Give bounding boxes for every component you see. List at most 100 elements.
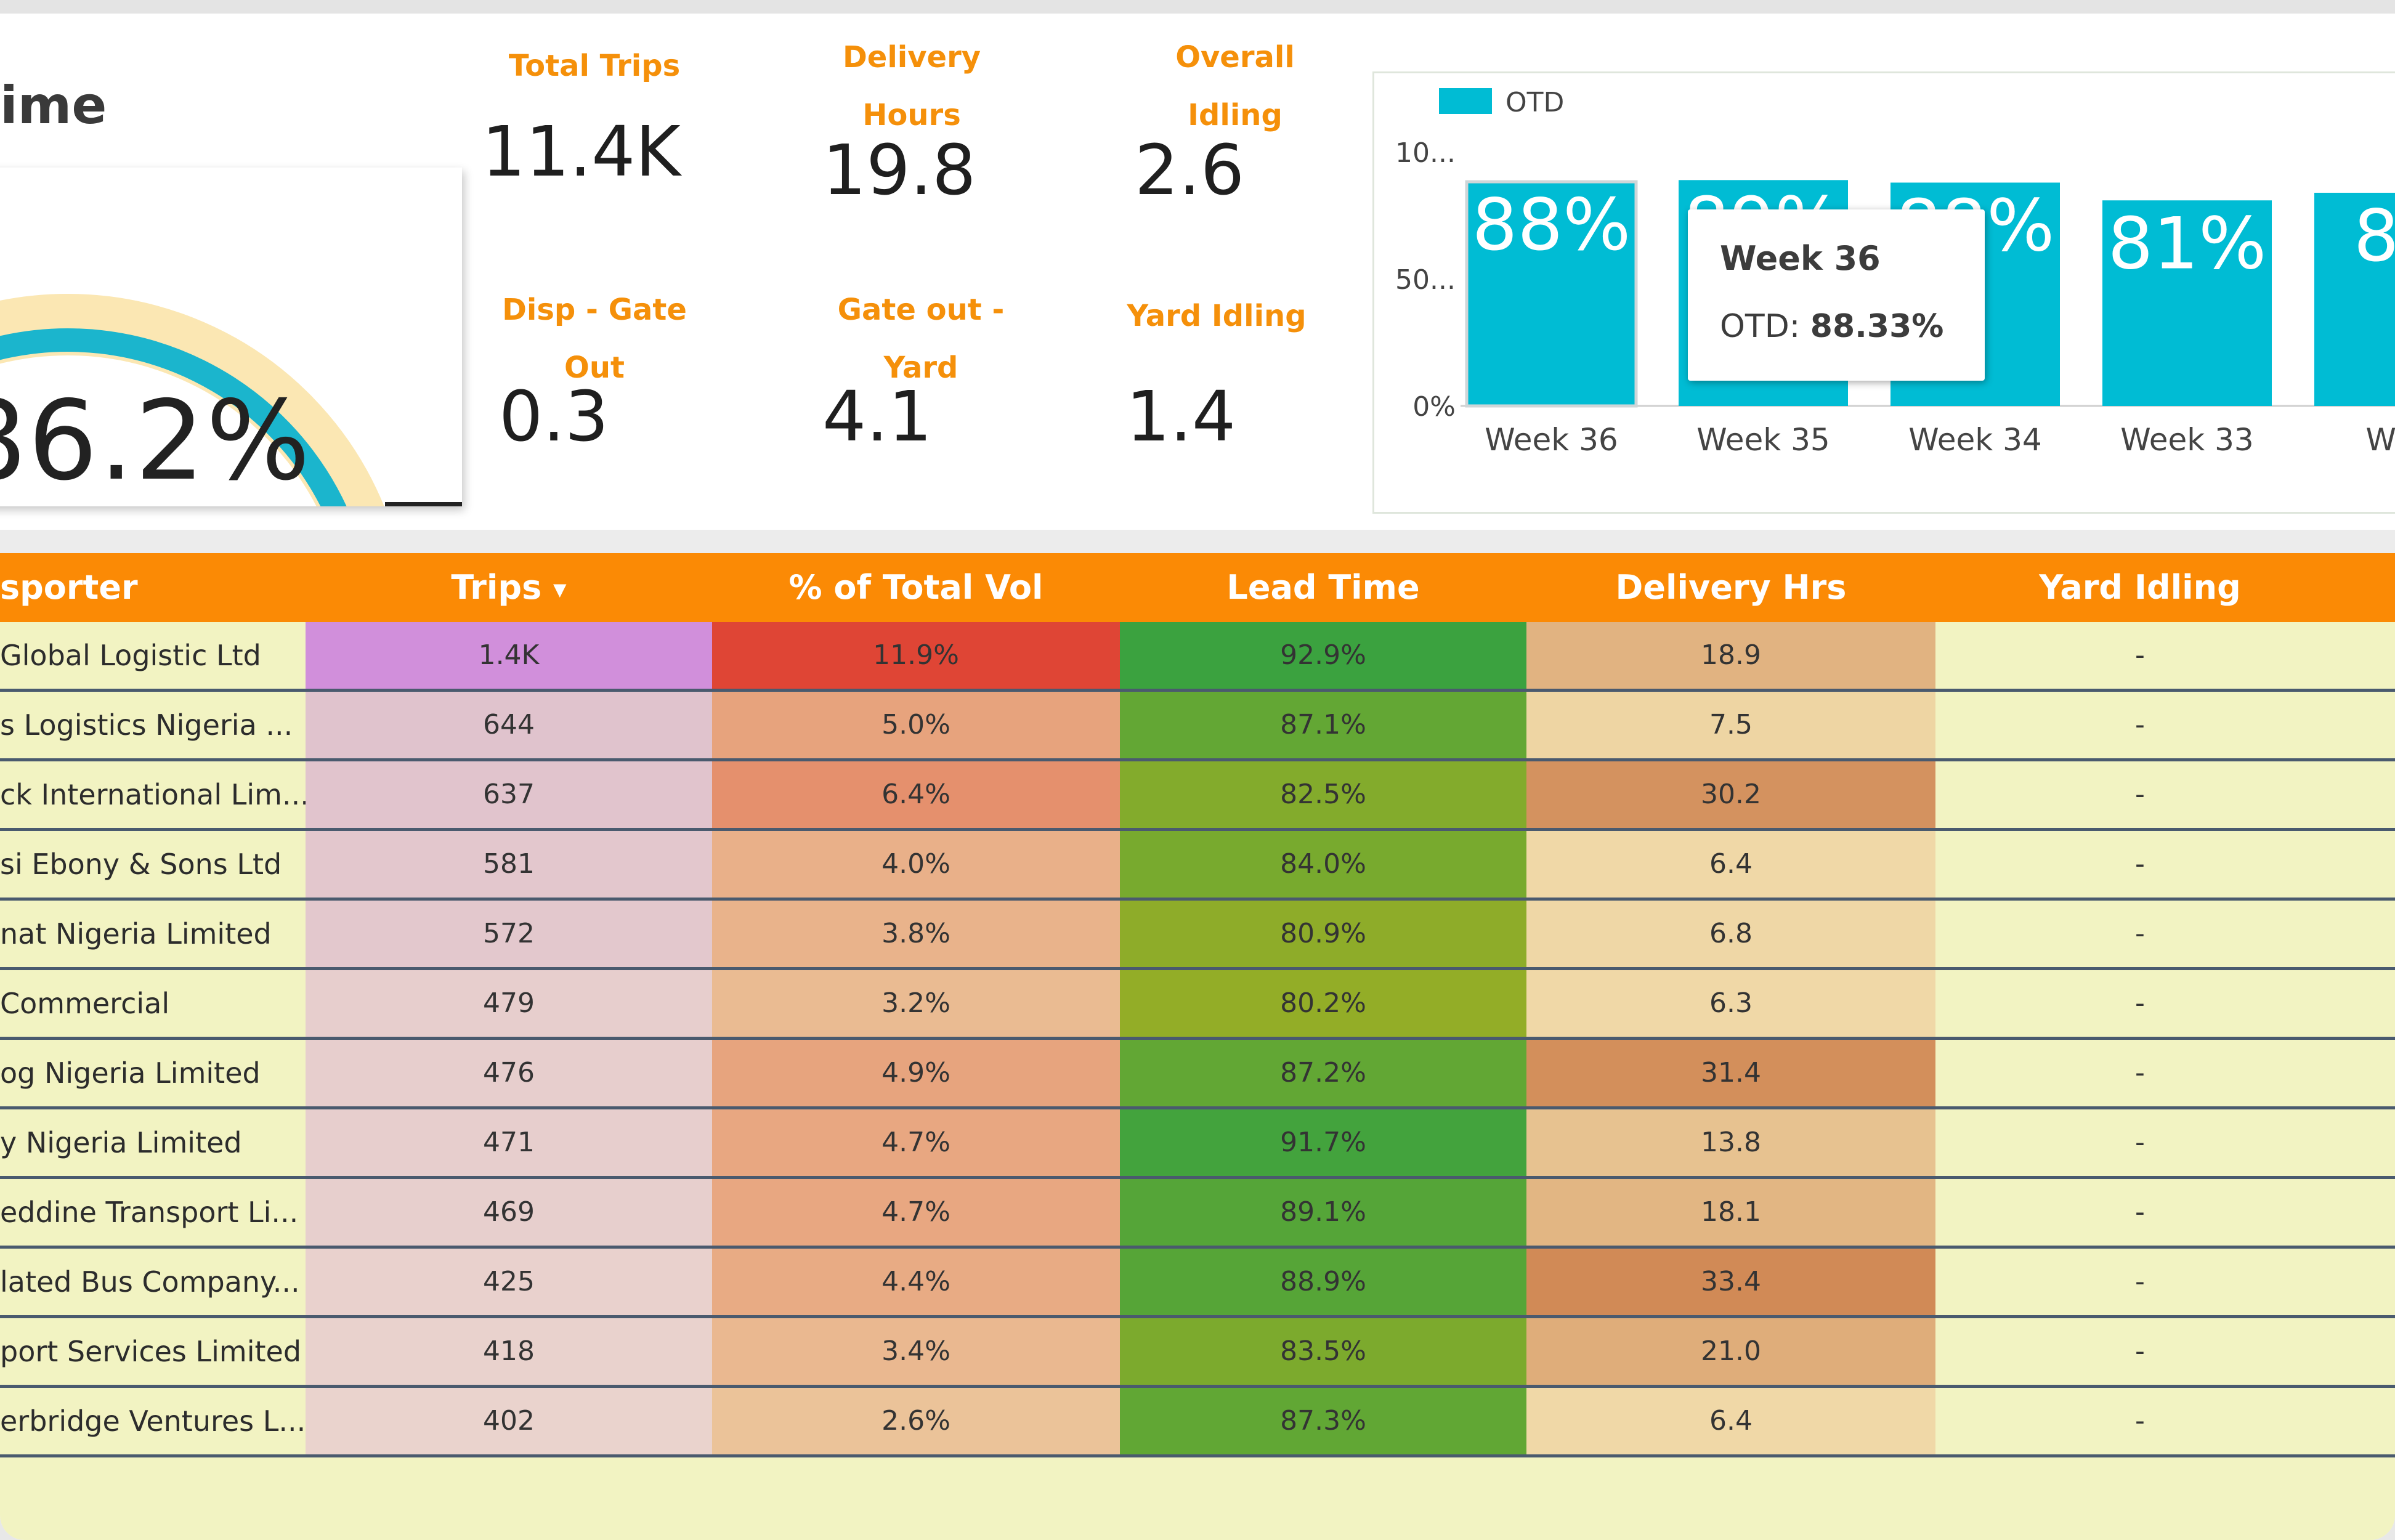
cell-yard: - <box>1935 1318 2344 1385</box>
cell-trips: 418 <box>306 1318 712 1385</box>
kpi-label-line: Delivery <box>842 40 981 75</box>
cell-filler <box>2344 970 2395 1037</box>
cell-pct: 6.4% <box>712 761 1120 828</box>
col-header-yard-idling[interactable]: Yard Idling <box>1935 553 2344 622</box>
col-header-lead-time[interactable]: Lead Time <box>1120 553 1526 622</box>
table-row[interactable]: ck International Lim... 637 6.4% 82.5% 30.2- <box>0 761 2395 831</box>
kpi-value: 2.6 <box>1135 131 1245 211</box>
cell-name: og Nigeria Limited <box>0 1040 306 1106</box>
cell-pct: 2.6% <box>712 1388 1120 1454</box>
x-tick-label: Wee <box>2365 422 2395 458</box>
table-header: sporter Trips ▼ % of Total Vol Lead Time… <box>0 553 2395 622</box>
kpi-label: Delivery Hours <box>795 28 1029 144</box>
table-row[interactable]: Global Logistic Ltd 1.4K 11.9% 92.9% 18.9- <box>0 622 2395 692</box>
cell-filler <box>2344 1040 2395 1106</box>
cell-filler <box>2344 692 2395 758</box>
cell-trips: 469 <box>306 1179 712 1246</box>
x-tick-label: Week 36 <box>1485 422 1618 458</box>
cell-name: port Services Limited <box>0 1318 306 1385</box>
tooltip-line: OTD: 88.33% <box>1720 308 1943 345</box>
cell-lead: 80.2% <box>1120 970 1526 1037</box>
cell-filler <box>2344 761 2395 828</box>
col-header-delivery-hrs[interactable]: Delivery Hrs <box>1526 553 1935 622</box>
cell-yard: - <box>1935 970 2344 1037</box>
table-row[interactable]: lated Bus Company... 425 4.4% 88.9% 33.4- <box>0 1249 2395 1318</box>
sort-desc-icon[interactable]: ▼ <box>553 579 567 599</box>
table-row[interactable]: Commercial 479 3.2% 80.2% 6.3- <box>0 970 2395 1040</box>
cell-name: nat Nigeria Limited <box>0 901 306 967</box>
tooltip-label: OTD: <box>1720 308 1810 345</box>
col-header-label: Yard Idling <box>2039 568 2241 607</box>
cell-trips: 572 <box>306 901 712 967</box>
kpi-label-line: Overall <box>1175 40 1295 75</box>
tooltip-title: Week 36 <box>1720 239 1881 278</box>
cell-hrs: 21.0 <box>1526 1318 1935 1385</box>
cell-pct: 3.4% <box>712 1318 1120 1385</box>
col-header-label: % of Total Vol <box>788 568 1044 607</box>
table-row[interactable]: s Logistics Nigeria ... 644 5.0% 87.1% 7.5- <box>0 692 2395 761</box>
cell-trips: 644 <box>306 692 712 758</box>
cell-trips: 476 <box>306 1040 712 1106</box>
cell-pct: 3.8% <box>712 901 1120 967</box>
cell-yard: - <box>1935 901 2344 967</box>
kpi-label: Yard Idling <box>1109 287 1324 345</box>
cell-trips: 581 <box>306 831 712 898</box>
kpi-value: 19.8 <box>822 131 976 211</box>
transporter-table: sporter Trips ▼ % of Total Vol Lead Time… <box>0 553 2395 1540</box>
table-row[interactable]: erbridge Ventures L... 402 2.6% 87.3% 6.4- <box>0 1388 2395 1457</box>
cell-yard: - <box>1935 1388 2344 1454</box>
cell-name: s Logistics Nigeria ... <box>0 692 306 758</box>
cell-hrs: 30.2 <box>1526 761 1935 828</box>
cell-name: y Nigeria Limited <box>0 1109 306 1176</box>
cell-lead: 89.1% <box>1120 1179 1526 1246</box>
table-row[interactable]: eddine Transport Li... 469 4.7% 89.1% 18.1- <box>0 1179 2395 1249</box>
cell-trips: 479 <box>306 970 712 1037</box>
cell-yard: - <box>1935 1040 2344 1106</box>
cell-filler <box>2344 1109 2395 1176</box>
table-row[interactable]: port Services Limited 418 3.4% 83.5% 21.0- <box>0 1318 2395 1388</box>
cell-name: eddine Transport Li... <box>0 1179 306 1246</box>
cell-lead: 92.9% <box>1120 622 1526 689</box>
gauge-title: ime <box>0 75 107 136</box>
table-row[interactable]: nat Nigeria Limited 572 3.8% 80.9% 6.8- <box>0 901 2395 970</box>
col-header-label: Delivery Hrs <box>1615 568 1847 607</box>
table-row[interactable]: y Nigeria Limited 471 4.7% 91.7% 13.8- <box>0 1109 2395 1179</box>
cell-yard: - <box>1935 1179 2344 1246</box>
cell-hrs: 6.4 <box>1526 831 1935 898</box>
cell-lead: 87.1% <box>1120 692 1526 758</box>
legend-swatch <box>1439 88 1492 114</box>
gauge-baseline <box>385 502 462 506</box>
cell-filler <box>2344 1249 2395 1315</box>
cell-pct: 11.9% <box>712 622 1120 689</box>
cell-name: lated Bus Company... <box>0 1249 306 1315</box>
bar-data-label: 84 <box>2354 195 2395 278</box>
cell-yard: - <box>1935 1109 2344 1176</box>
cell-pct: 4.0% <box>712 831 1120 898</box>
cell-lead: 83.5% <box>1120 1318 1526 1385</box>
col-header-trips[interactable]: Trips ▼ <box>306 553 712 622</box>
col-header-label: Trips <box>451 568 542 607</box>
cell-filler <box>2344 901 2395 967</box>
kpi-value: 0.3 <box>499 377 609 457</box>
cell-filler <box>2344 622 2395 689</box>
bar-data-label: 88% <box>1472 184 1631 267</box>
cell-pct: 4.7% <box>712 1109 1120 1176</box>
cell-yard: - <box>1935 831 2344 898</box>
col-header-pct-total-vol[interactable]: % of Total Vol <box>712 553 1120 622</box>
cell-hrs: 6.4 <box>1526 1388 1935 1454</box>
cell-hrs: 33.4 <box>1526 1249 1935 1315</box>
table-row[interactable]: og Nigeria Limited 476 4.9% 87.2% 31.4- <box>0 1040 2395 1109</box>
col-header-transporter[interactable]: sporter <box>0 553 306 622</box>
cell-name: Commercial <box>0 970 306 1037</box>
cell-pct: 5.0% <box>712 692 1120 758</box>
kpi-value: 1.4 <box>1126 377 1236 457</box>
table-row[interactable]: si Ebony & Sons Ltd 581 4.0% 84.0% 6.4- <box>0 831 2395 901</box>
cell-lead: 87.3% <box>1120 1388 1526 1454</box>
kpi-value: 4.1 <box>822 377 933 457</box>
x-tick-label: Week 33 <box>2120 422 2254 458</box>
panel-gap <box>0 530 2395 553</box>
cell-trips: 402 <box>306 1388 712 1454</box>
y-tick-label: 0% <box>1412 391 1456 423</box>
cell-name: erbridge Ventures L... <box>0 1388 306 1454</box>
cell-name: Global Logistic Ltd <box>0 622 306 689</box>
